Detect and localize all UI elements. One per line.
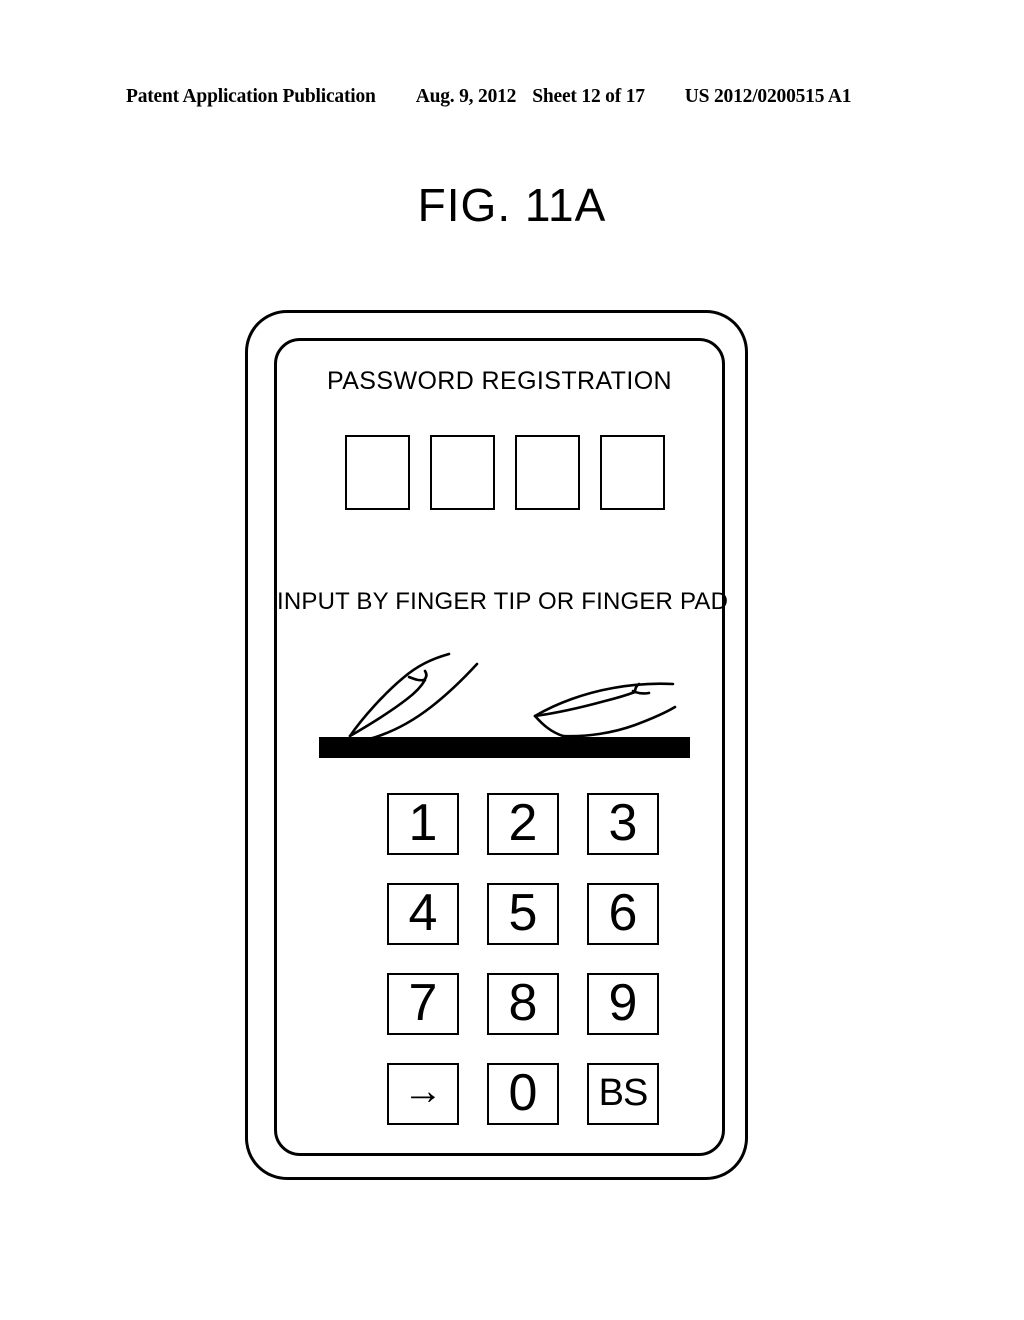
device-body-outline: PASSWORD REGISTRATION INPUT BY FINGER TI…: [245, 310, 748, 1180]
finger-pad-drawing: [533, 682, 677, 738]
key-backspace[interactable]: BS: [587, 1063, 659, 1125]
key-0[interactable]: 0: [487, 1063, 559, 1125]
key-8[interactable]: 8: [487, 973, 559, 1035]
publication-date: Aug. 9, 2012: [415, 86, 517, 107]
numeric-keypad: 1 2 3 4 5 6 7 8 9 → 0 BS: [387, 793, 659, 1125]
key-3[interactable]: 3: [587, 793, 659, 855]
screen-title: PASSWORD REGISTRATION: [327, 367, 672, 395]
password-box-group: [345, 435, 665, 510]
password-box-3[interactable]: [515, 435, 580, 510]
sensor-bar: [319, 737, 690, 758]
finger-tip-drawing: [348, 652, 479, 741]
key-7[interactable]: 7: [387, 973, 459, 1035]
key-6[interactable]: 6: [587, 883, 659, 945]
device-screen: PASSWORD REGISTRATION INPUT BY FINGER TI…: [274, 338, 729, 1156]
patent-running-header: Patent Application Publication Aug. 9, 2…: [126, 86, 898, 110]
instruction-text: INPUT BY FINGER TIP OR FINGER PAD: [277, 588, 729, 615]
key-9[interactable]: 9: [587, 973, 659, 1035]
key-enter-arrow[interactable]: →: [387, 1063, 459, 1125]
patent-number: US 2012/0200515 A1: [684, 86, 852, 107]
key-2[interactable]: 2: [487, 793, 559, 855]
key-5[interactable]: 5: [487, 883, 559, 945]
publication-label: Patent Application Publication: [126, 86, 376, 107]
sheet-number: Sheet 12 of 17: [532, 86, 645, 107]
figure-title: FIG. 11A: [417, 179, 607, 231]
key-1[interactable]: 1: [387, 793, 459, 855]
finger-illustration: [317, 633, 692, 758]
password-box-1[interactable]: [345, 435, 410, 510]
password-box-2[interactable]: [430, 435, 495, 510]
key-4[interactable]: 4: [387, 883, 459, 945]
password-box-4[interactable]: [600, 435, 665, 510]
